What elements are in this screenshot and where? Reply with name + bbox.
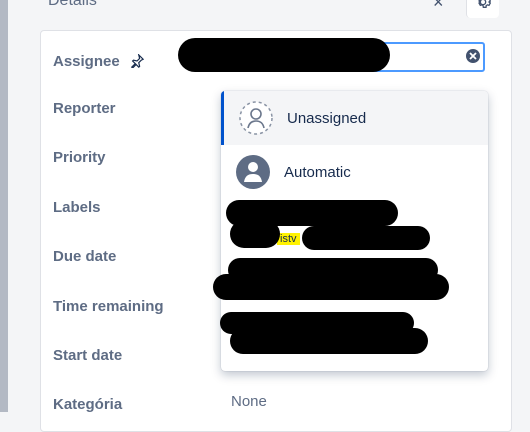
automatic-avatar-icon: [236, 155, 270, 189]
redacted-user-row-2: [230, 220, 280, 248]
redacted-user-row-5: [213, 274, 449, 300]
unassigned-avatar-icon: [239, 101, 273, 135]
field-label-category: Kategória: [53, 396, 123, 413]
details-title: Details: [48, 0, 97, 9]
field-label-reporter: Reporter: [53, 100, 116, 117]
search-highlight: istv: [277, 233, 300, 245]
redacted-user-row-7: [230, 328, 428, 354]
field-label-time-remaining: Time remaining: [53, 298, 164, 315]
close-icon[interactable]: ×: [433, 0, 444, 13]
category-value[interactable]: None: [231, 393, 267, 410]
option-unassigned[interactable]: Unassigned: [221, 91, 488, 145]
field-label-due-date: Due date: [53, 248, 117, 265]
field-label-labels: Labels: [53, 199, 101, 216]
option-automatic[interactable]: Automatic: [221, 145, 488, 199]
field-label-start-date: Start date: [53, 347, 123, 364]
option-label-automatic: Automatic: [284, 164, 351, 181]
option-label-unassigned: Unassigned: [287, 110, 367, 127]
field-label-priority: Priority: [53, 149, 106, 166]
gear-icon: [478, 0, 491, 8]
pin-icon[interactable]: [130, 52, 145, 72]
field-label-assignee: Assignee: [53, 52, 145, 72]
clear-icon[interactable]: [465, 48, 481, 64]
assignee-label: Assignee: [53, 53, 120, 70]
redacted-input-text: [178, 38, 390, 72]
settings-button[interactable]: [466, 0, 499, 18]
redacted-user-row-3: [302, 226, 430, 250]
side-backdrop: [0, 0, 8, 412]
